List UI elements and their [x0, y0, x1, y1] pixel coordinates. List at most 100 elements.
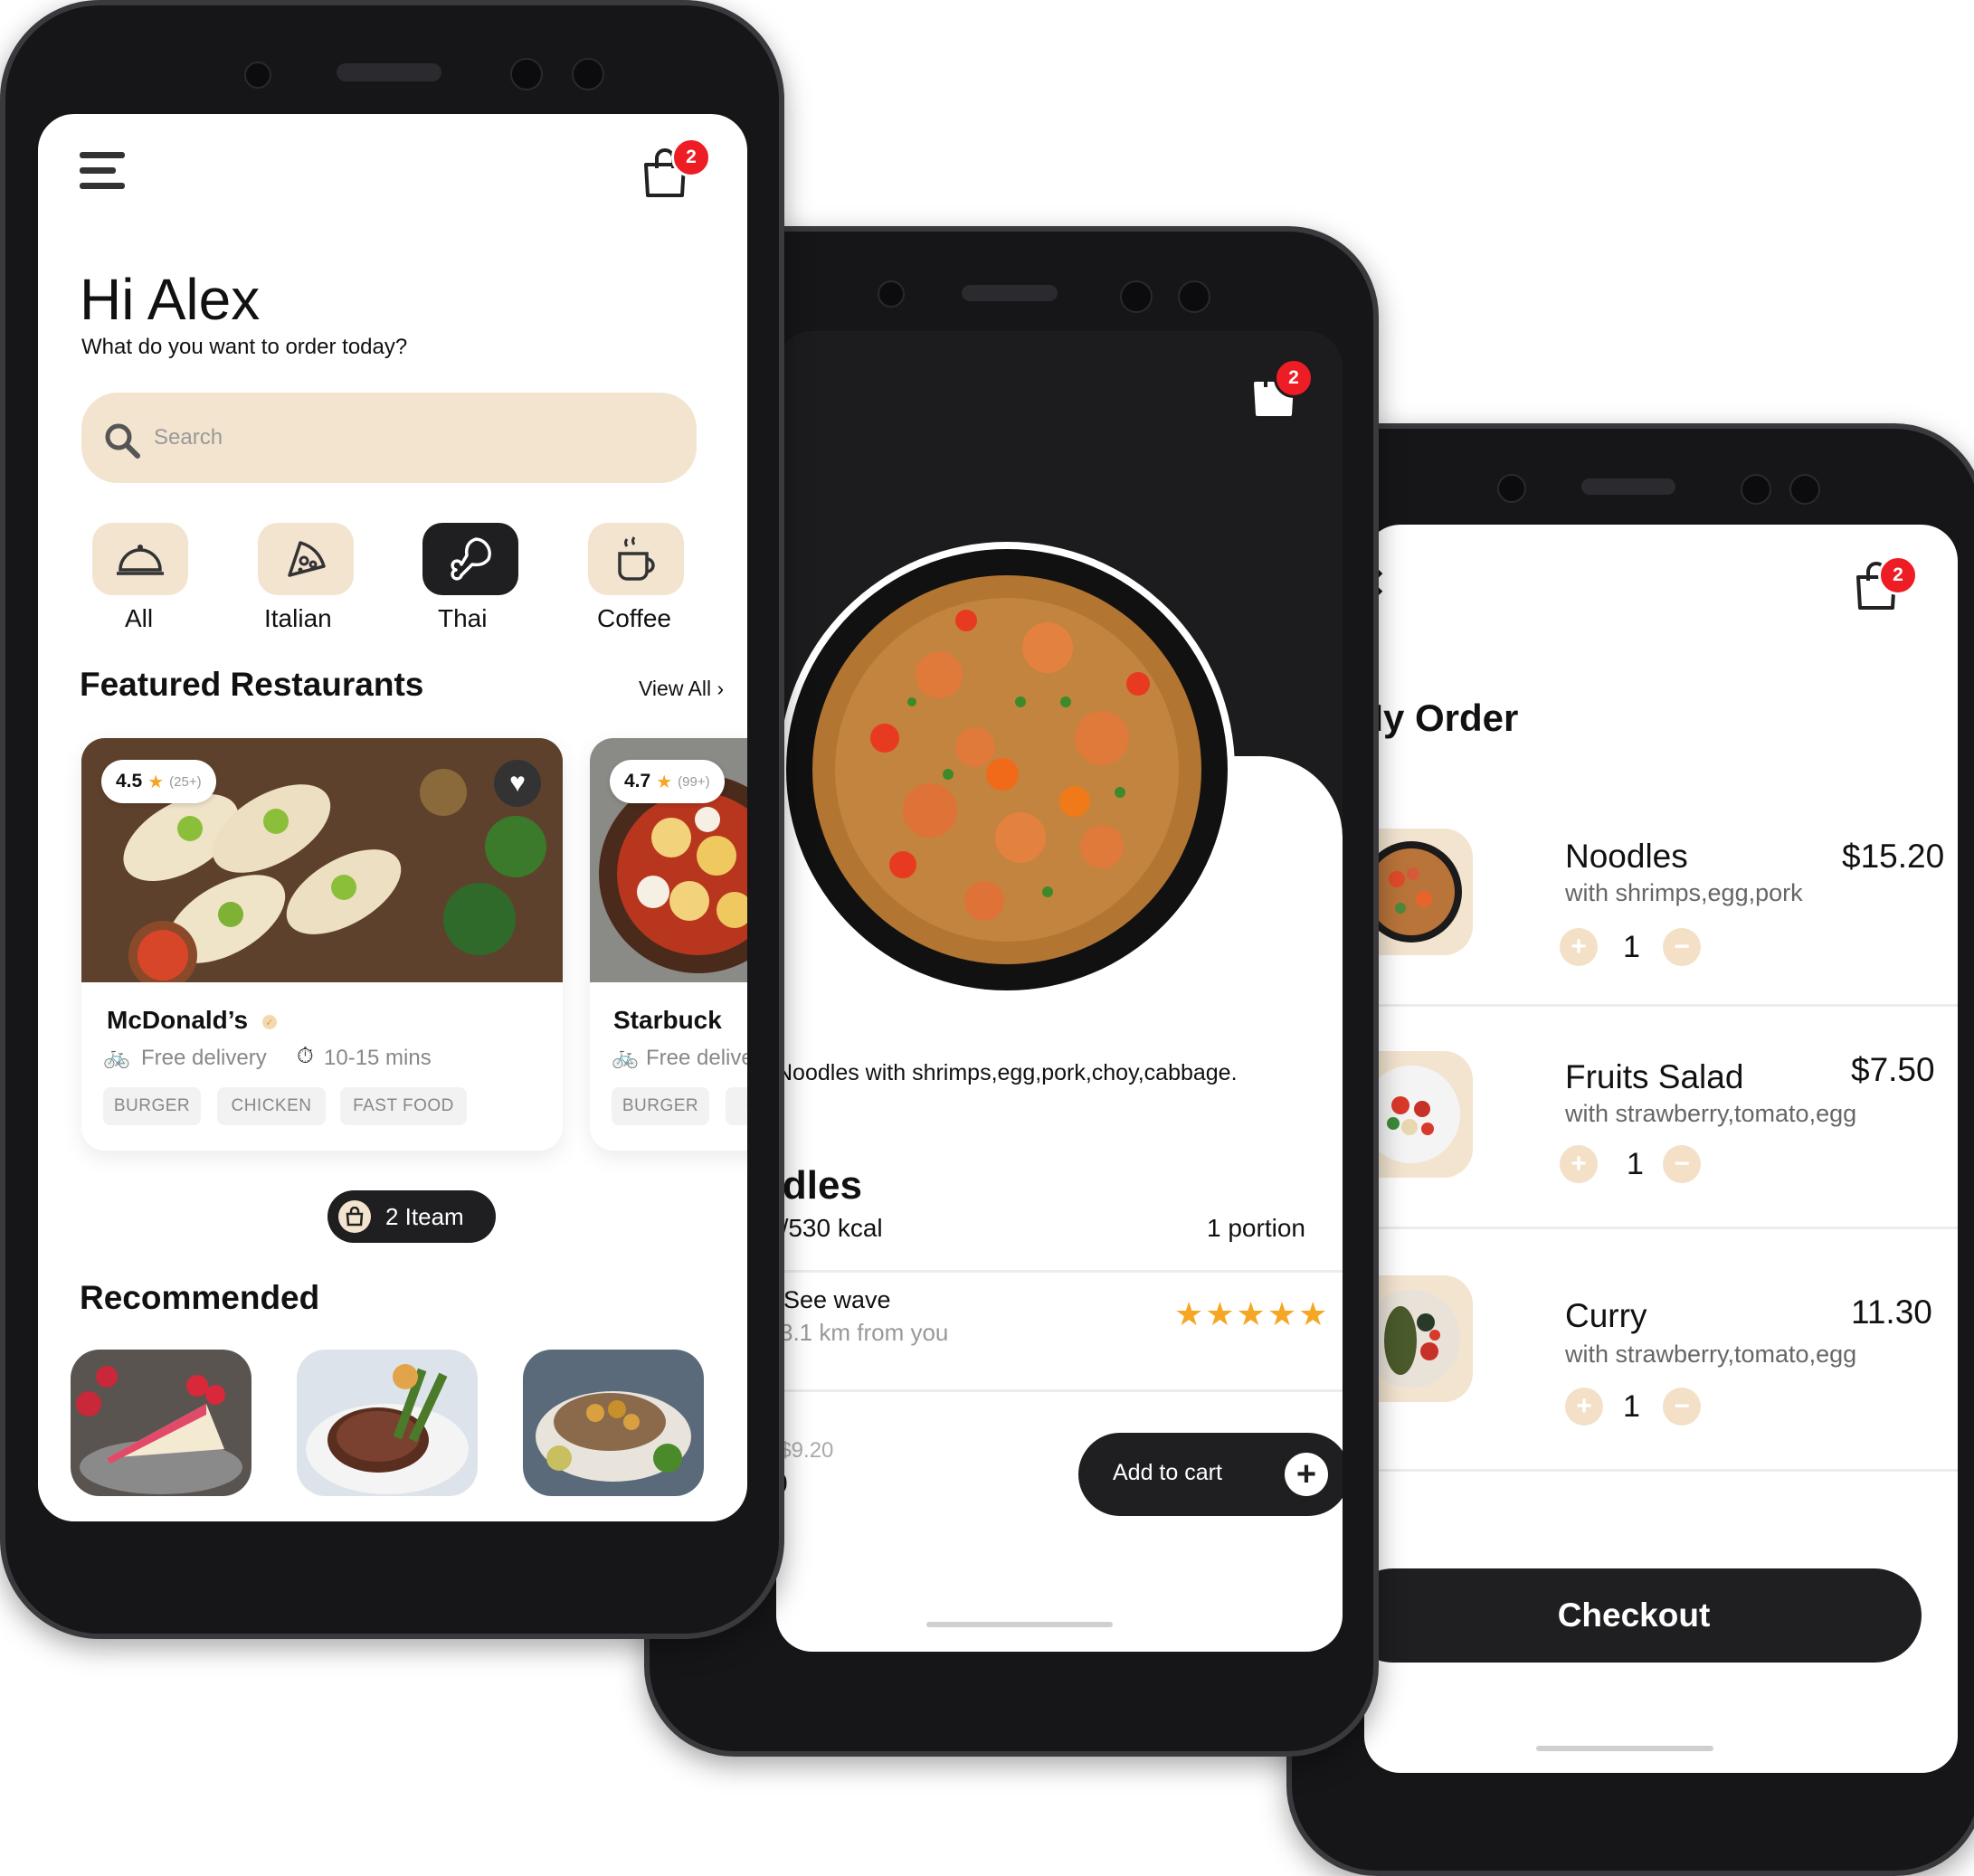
view-all-link[interactable]: View All ›: [639, 677, 724, 701]
decrease-quantity-button[interactable]: −: [1663, 1145, 1701, 1183]
decrease-quantity-button[interactable]: −: [1663, 1388, 1701, 1426]
star-icon: ★: [656, 772, 673, 792]
cloche-icon: [117, 545, 164, 575]
earpiece: [337, 63, 441, 81]
restaurant-name: McDonald’s: [107, 1006, 249, 1034]
cart-button[interactable]: 2: [1250, 358, 1314, 418]
sensor: [1789, 474, 1820, 505]
category-label: All: [125, 604, 154, 632]
rating-value: 4.5: [116, 771, 143, 791]
increase-quantity-button[interactable]: +: [1565, 1388, 1603, 1426]
recommended-item[interactable]: [523, 1350, 704, 1496]
food-portion: 1 portion: [1207, 1214, 1305, 1242]
item-description: with strawberry,tomato,egg: [1565, 1341, 1857, 1368]
cart-badge: 2: [1878, 555, 1918, 595]
restaurant-name: Starbuck: [613, 1006, 722, 1034]
delivery-info: Free delivery: [141, 1046, 267, 1070]
item-price: 11.30: [1851, 1293, 1932, 1331]
home-screen: 2 Hi Alex What do you want to order toda…: [38, 114, 747, 1521]
bike-icon: 🚲: [103, 1045, 130, 1069]
food-tag: BURGER: [612, 1087, 709, 1125]
noodles-plate-image: [776, 539, 1238, 1000]
recommended-item[interactable]: [297, 1350, 478, 1496]
increase-quantity-button[interactable]: +: [1560, 928, 1598, 966]
search-input[interactable]: Search: [154, 425, 223, 450]
restaurant-card[interactable]: 4.5 ★ (25+) ♥ McDonald’s ✓ 🚲 Free delive…: [81, 738, 563, 1151]
category-coffee-button[interactable]: [588, 523, 684, 595]
phone-home: 2 Hi Alex What do you want to order toda…: [0, 0, 784, 1639]
star-icon: ★: [147, 772, 165, 792]
item-price: $15.20: [1842, 838, 1945, 875]
delivery-info: Free delive: [646, 1046, 747, 1070]
rating-badge: 4.5 ★ (25+): [101, 760, 216, 803]
old-price: : $9.20: [776, 1438, 834, 1463]
sensor: [510, 58, 543, 90]
greeting: Hi Alex: [80, 267, 261, 332]
front-camera: [244, 62, 271, 89]
category-label: Italian: [264, 604, 332, 632]
sensor: [1178, 280, 1210, 313]
food-description: Noodles with shrimps,egg,pork,choy,cabba…: [776, 1060, 1238, 1085]
pizza-icon: [288, 541, 326, 577]
timer-icon: ⏱: [297, 1044, 314, 1068]
item-name: Fruits Salad: [1565, 1058, 1744, 1095]
cart-items-pill[interactable]: 2 Iteam: [327, 1190, 496, 1243]
rating-badge: 4.7 ★ (99+): [610, 760, 725, 803]
bike-icon: 🚲: [612, 1045, 639, 1069]
food-tag: C: [726, 1087, 747, 1125]
food-tag: BURGER: [103, 1087, 201, 1125]
increase-quantity-button[interactable]: +: [1560, 1145, 1598, 1183]
plus-icon: +: [1285, 1453, 1328, 1496]
item-quantity: 1: [1623, 1389, 1640, 1424]
chicken-leg-icon: [451, 537, 491, 581]
category-label: Coffee: [597, 604, 671, 632]
restaurant-card[interactable]: 4.7 ★ (99+) Starbuck 🚲 Free delive BURGE…: [590, 738, 747, 1151]
divider: [776, 1389, 1343, 1392]
steak-image: [297, 1350, 478, 1496]
view-all-label: View All: [639, 677, 712, 700]
front-camera: [1497, 474, 1526, 503]
add-to-cart-button[interactable]: Add to cart +: [1078, 1433, 1343, 1516]
checkout-label: Checkout: [1557, 1596, 1711, 1634]
menu-icon[interactable]: [80, 152, 125, 192]
category-italian-button[interactable]: [258, 523, 354, 595]
sensor: [1120, 280, 1153, 313]
coffee-cup-icon: [618, 536, 655, 581]
search-icon: [105, 423, 140, 459]
recommended-title: Recommended: [80, 1279, 320, 1316]
cart-button[interactable]: 2: [1853, 555, 1918, 611]
item-thumbnail: [1364, 1275, 1473, 1402]
decrease-quantity-button[interactable]: −: [1663, 928, 1701, 966]
sensor: [572, 58, 604, 90]
category-thai-button[interactable]: [422, 523, 518, 595]
category-all-button[interactable]: [92, 523, 188, 595]
item-price: $7.50: [1851, 1051, 1935, 1088]
order-screen: ✕ 2 My Order Noodles with shrimps,egg,po…: [1364, 525, 1958, 1773]
item-description: with strawberry,tomato,egg: [1565, 1100, 1857, 1127]
greeting-subtitle: What do you want to order today?: [81, 335, 408, 359]
review-count: (25+): [169, 773, 202, 790]
item-description: with shrimps,egg,pork: [1565, 879, 1803, 906]
search-bar[interactable]: Search: [81, 393, 697, 483]
noodles-image: [1364, 841, 1462, 943]
item-quantity: 1: [1627, 1147, 1644, 1181]
divider: [776, 1270, 1343, 1273]
cart-items-label: 2 Iteam: [385, 1203, 464, 1230]
home-indicator: [926, 1622, 1113, 1627]
recommended-item[interactable]: [71, 1350, 251, 1496]
cart-button[interactable]: 2: [641, 137, 711, 199]
earpiece: [962, 285, 1058, 301]
category-label: Thai: [438, 604, 488, 632]
heart-icon[interactable]: ♥: [494, 760, 541, 807]
vendor-name: See wave: [783, 1286, 891, 1313]
featured-title: Featured Restaurants: [80, 666, 424, 703]
divider: [1364, 1469, 1958, 1472]
shopping-bag-icon: [338, 1200, 371, 1233]
fruit-salad-image: [1364, 1066, 1460, 1163]
phone-my-order: ✕ 2 My Order Noodles with shrimps,egg,po…: [1286, 423, 1974, 1876]
curry-image: [1364, 1290, 1460, 1388]
checkout-button[interactable]: Checkout: [1364, 1568, 1922, 1663]
rating-value: 4.7: [624, 771, 651, 791]
cart-badge: 2: [671, 137, 711, 177]
cart-badge: 2: [1274, 358, 1314, 398]
